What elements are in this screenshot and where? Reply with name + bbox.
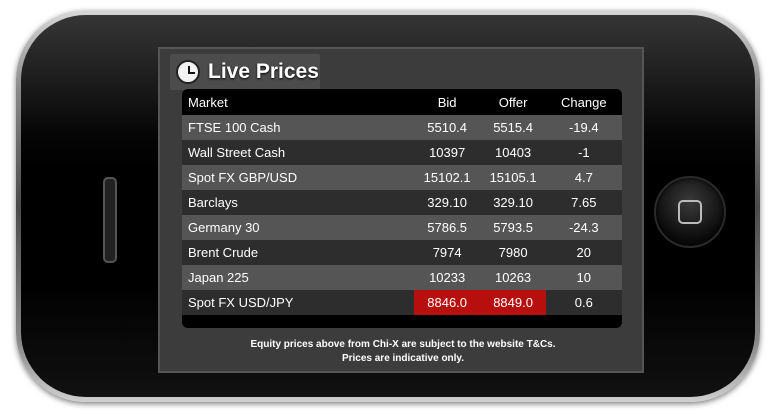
cell-bid-highlighted: 8846.0 (413, 290, 481, 315)
cell-market: Japan 225 (182, 265, 414, 290)
cell-change: 4.7 (545, 165, 622, 190)
cell-offer: 329.10 (480, 190, 546, 215)
title-bar: Live Prices (170, 54, 320, 90)
cell-offer: 7980 (480, 240, 546, 265)
cell-market: Spot FX USD/JPY (182, 290, 414, 315)
prices-table-card: Market Bid Offer Change FTSE 100 Cash 55… (182, 89, 622, 328)
disclaimer: Equity prices above from Chi-X are subje… (160, 338, 646, 366)
disclaimer-line-1: Equity prices above from Chi-X are subje… (250, 339, 556, 350)
table-row[interactable]: Brent Crude 7974 7980 20 (182, 240, 622, 265)
cell-offer: 15105.1 (480, 165, 546, 190)
table-row[interactable]: FTSE 100 Cash 5510.4 5515.4 -19.4 (182, 115, 622, 140)
cell-change: -1 (545, 140, 622, 165)
cell-market: Barclays (182, 190, 414, 215)
clock-icon (176, 60, 200, 84)
home-button[interactable] (654, 176, 726, 248)
cell-bid: 7974 (413, 240, 481, 265)
table-row[interactable]: Wall Street Cash 10397 10403 -1 (182, 140, 622, 165)
cell-change: 0.6 (545, 290, 622, 315)
cell-offer-highlighted: 8849.0 (480, 290, 546, 315)
prices-table: Market Bid Offer Change FTSE 100 Cash 55… (182, 89, 622, 315)
phone-frame: Live Prices Market Bid Offer Change FTSE… (16, 10, 760, 402)
speaker-slot (103, 177, 117, 263)
page-title: Live Prices (208, 60, 319, 83)
cell-change: 7.65 (545, 190, 622, 215)
cell-market: Spot FX GBP/USD (182, 165, 414, 190)
disclaimer-line-2: Prices are indicative only. (341, 353, 465, 364)
cell-offer: 5793.5 (480, 215, 546, 240)
table-row[interactable]: Spot FX GBP/USD 15102.1 15105.1 4.7 (182, 165, 622, 190)
cell-bid: 10233 (413, 265, 481, 290)
cell-change: 10 (545, 265, 622, 290)
home-button-icon (678, 200, 702, 224)
cell-bid: 5510.4 (413, 115, 481, 140)
table-row[interactable]: Japan 225 10233 10263 10 (182, 265, 622, 290)
app-screen: Live Prices Market Bid Offer Change FTSE… (158, 47, 644, 373)
table-row[interactable]: Germany 30 5786.5 5793.5 -24.3 (182, 215, 622, 240)
cell-offer: 5515.4 (480, 115, 546, 140)
header-change[interactable]: Change (545, 89, 622, 115)
cell-offer: 10263 (480, 265, 546, 290)
cell-bid: 10397 (413, 140, 481, 165)
cell-market: FTSE 100 Cash (182, 115, 414, 140)
table-row[interactable]: Barclays 329.10 329.10 7.65 (182, 190, 622, 215)
cell-offer: 10403 (480, 140, 546, 165)
cell-market: Brent Crude (182, 240, 414, 265)
table-row[interactable]: Spot FX USD/JPY 8846.0 8849.0 0.6 (182, 290, 622, 315)
header-offer[interactable]: Offer (480, 89, 546, 115)
cell-bid: 15102.1 (413, 165, 481, 190)
cell-bid: 5786.5 (413, 215, 481, 240)
table-header-row: Market Bid Offer Change (182, 89, 622, 115)
cell-market: Germany 30 (182, 215, 414, 240)
header-market[interactable]: Market (182, 89, 414, 115)
cell-bid: 329.10 (413, 190, 481, 215)
cell-change: 20 (545, 240, 622, 265)
cell-market: Wall Street Cash (182, 140, 414, 165)
cell-change: -19.4 (545, 115, 622, 140)
header-bid[interactable]: Bid (413, 89, 481, 115)
cell-change: -24.3 (545, 215, 622, 240)
